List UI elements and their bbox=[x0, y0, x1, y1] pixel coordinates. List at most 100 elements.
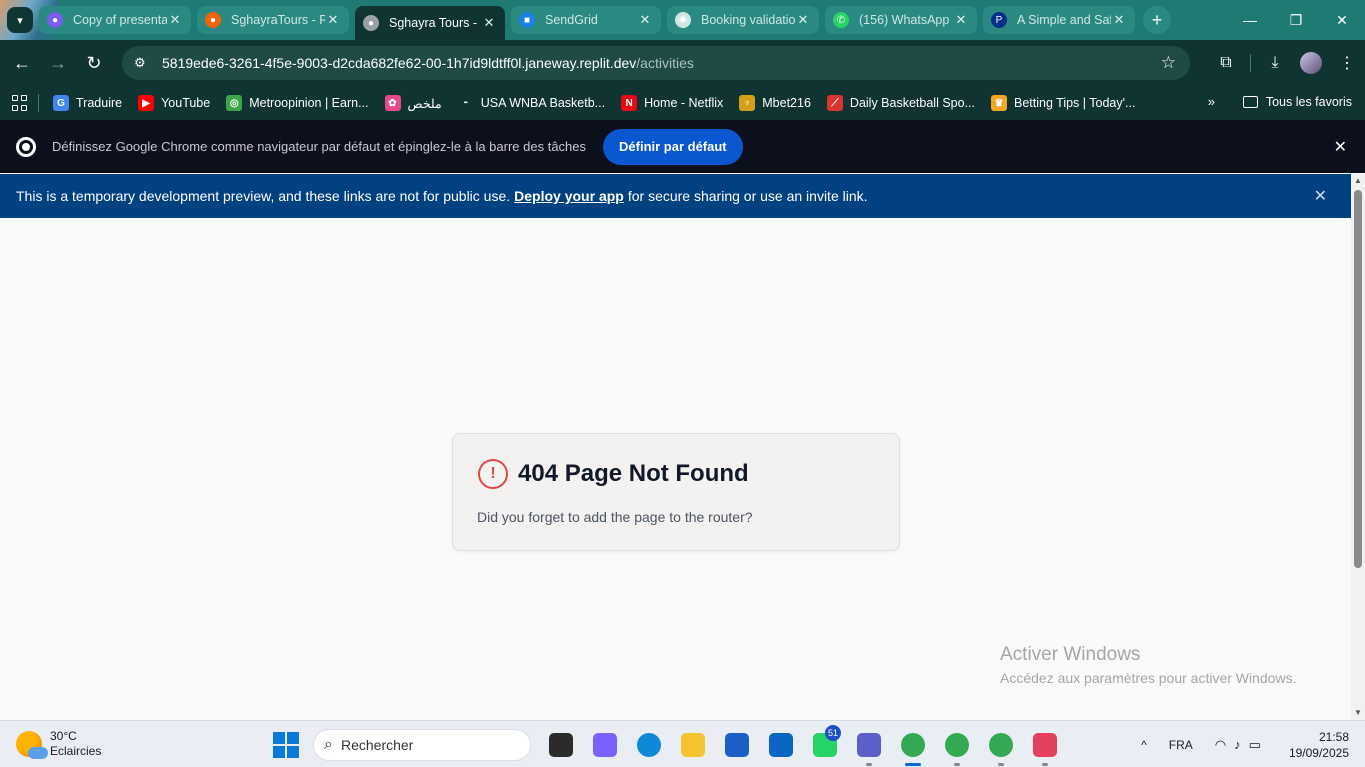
close-icon[interactable]: ✕ bbox=[795, 12, 811, 28]
whatsapp-icon[interactable]: 51 bbox=[803, 725, 847, 763]
bookmark-label: Betting Tips | Today'... bbox=[1013, 96, 1136, 110]
scroll-down-icon[interactable]: ▼ bbox=[1353, 708, 1363, 718]
more-bookmarks-icon[interactable]: » bbox=[1208, 94, 1215, 109]
pinned-apps: 51 bbox=[539, 725, 1067, 766]
bookmark-item[interactable]: ♆ Mbet216 bbox=[739, 95, 811, 111]
alert-circle-icon: ! bbox=[478, 459, 508, 489]
site-info-icon[interactable]: ⚙ bbox=[134, 55, 152, 71]
address-bar[interactable]: ⚙ 5819ede6-3261-4f5e-9003-d2cda682fe62-0… bbox=[122, 46, 1190, 80]
mbet-icon: ♆ bbox=[739, 95, 756, 111]
search-placeholder: Rechercher bbox=[340, 737, 414, 753]
close-icon[interactable]: ✕ bbox=[1111, 12, 1127, 28]
bookmark-label: ملخص bbox=[407, 96, 442, 111]
weather-text: 30°C Eclaircies bbox=[50, 729, 101, 759]
scroll-thumb[interactable] bbox=[1354, 190, 1362, 568]
language-indicator[interactable]: FRA bbox=[1169, 738, 1193, 752]
close-icon[interactable]: ✕ bbox=[325, 12, 341, 28]
card-header: ! 404 Page Not Found bbox=[478, 459, 749, 489]
teams-icon[interactable] bbox=[847, 727, 891, 766]
temperature: 30°C bbox=[50, 729, 77, 743]
close-banner-icon[interactable]: ✕ bbox=[1314, 186, 1327, 206]
chrome-icon[interactable] bbox=[891, 727, 935, 766]
activate-windows-watermark: Activer Windows Accédez aux paramètres p… bbox=[1000, 644, 1296, 686]
bookmark-item[interactable]: ⁃ USA WNBA Basketb... bbox=[457, 95, 605, 111]
tab-4[interactable]: ✺ Booking validation ✕ bbox=[667, 6, 819, 34]
minimize-icon[interactable]: — bbox=[1227, 0, 1273, 40]
page-scrollbar[interactable]: ▲ ▼ bbox=[1351, 174, 1365, 720]
close-icon[interactable]: ✕ bbox=[481, 15, 497, 31]
tab-3[interactable]: ■ SendGrid ✕ bbox=[511, 6, 661, 34]
bookmark-item[interactable]: ▶ YouTube bbox=[138, 95, 210, 111]
bookmark-label: YouTube bbox=[161, 96, 211, 110]
close-icon[interactable]: ✕ bbox=[167, 12, 183, 28]
reload-icon[interactable]: ↻ bbox=[76, 47, 112, 79]
copilot-icon[interactable] bbox=[583, 727, 627, 763]
bookmark-item[interactable]: G Traduire bbox=[53, 95, 122, 111]
close-icon[interactable]: ✕ bbox=[637, 12, 653, 28]
canva-icon: ● bbox=[47, 12, 63, 28]
clock[interactable]: 21:58 19/09/2025 bbox=[1289, 729, 1349, 761]
store-icon[interactable] bbox=[715, 727, 759, 763]
download-icon[interactable]: ⤓ bbox=[1257, 47, 1293, 79]
chrome-icon[interactable] bbox=[979, 727, 1023, 766]
bookmarks-divider bbox=[38, 94, 39, 112]
tab-1[interactable]: ● SghayraTours - Replit ✕ bbox=[197, 6, 349, 34]
set-default-button[interactable]: Définir par défaut bbox=[603, 128, 743, 165]
tab-5[interactable]: ✆ (156) WhatsApp ✕ bbox=[825, 6, 977, 34]
date: 19/09/2025 bbox=[1288, 746, 1349, 760]
outlook-icon[interactable] bbox=[759, 727, 803, 763]
show-hidden-icons-icon[interactable]: ^ bbox=[1141, 738, 1147, 752]
bookmark-item[interactable]: ⟋ Daily Basketball Spo... bbox=[826, 95, 975, 111]
chrome-icon[interactable] bbox=[935, 727, 979, 766]
task-view-icon[interactable] bbox=[539, 727, 583, 763]
profile-avatar[interactable] bbox=[1293, 47, 1329, 79]
file-explorer-icon[interactable] bbox=[671, 727, 715, 763]
paypal-icon: P bbox=[991, 12, 1007, 28]
network-volume-battery-icons[interactable]: ◠♪▭ bbox=[1215, 737, 1269, 753]
page-title: 404 Page Not Found bbox=[518, 460, 749, 487]
taskbar-search[interactable]: ⌕ Rechercher bbox=[313, 729, 531, 761]
menu-kebab-icon[interactable]: ⋮ bbox=[1329, 47, 1365, 79]
close-icon[interactable]: ✕ bbox=[953, 12, 969, 28]
app-glyph bbox=[637, 733, 661, 757]
tab-title: Booking validation bbox=[701, 13, 795, 27]
back-icon[interactable]: ← bbox=[4, 47, 40, 79]
bookmark-item[interactable]: ✿ ملخص bbox=[384, 95, 442, 111]
app-glyph bbox=[989, 733, 1013, 757]
default-browser-infobar: Définissez Google Chrome comme navigateu… bbox=[0, 120, 1365, 173]
tab-title: A Simple and Safe bbox=[1017, 13, 1111, 27]
avatar bbox=[1300, 52, 1322, 74]
start-button[interactable] bbox=[273, 732, 299, 758]
bookmark-list: G Traduire ▶ YouTube ◎ Metroopinion | Earn...… bbox=[53, 95, 1151, 111]
tab-search-button[interactable]: ▾ bbox=[7, 7, 33, 33]
scroll-up-icon[interactable]: ▲ bbox=[1353, 176, 1363, 186]
taskbar-apps: ⌕ Rechercher 51 bbox=[273, 725, 1067, 766]
bookmark-star-icon[interactable]: ☆ bbox=[1161, 53, 1176, 73]
bookmark-item[interactable]: ♛ Betting Tips | Today'... bbox=[990, 95, 1136, 111]
bookmarks-bar: G Traduire ▶ YouTube ◎ Metroopinion | Earn...… bbox=[0, 86, 1365, 120]
tab-strip: ▾ ● Copy of presentation ✕ ● SghayraTour… bbox=[0, 0, 1365, 40]
notification-badge: 51 bbox=[824, 725, 841, 741]
running-indicator bbox=[866, 763, 872, 766]
weather-widget[interactable]: 30°C Eclaircies bbox=[16, 729, 101, 759]
edge-icon[interactable] bbox=[627, 727, 671, 763]
deploy-link[interactable]: Deploy your app bbox=[514, 188, 624, 204]
app-glyph bbox=[725, 733, 749, 757]
url-path: /activities bbox=[636, 55, 694, 71]
apps-grid-icon[interactable] bbox=[12, 95, 28, 111]
bookmark-item[interactable]: ◎ Metroopinion | Earn... bbox=[226, 95, 369, 111]
restore-icon[interactable]: ❐ bbox=[1273, 0, 1319, 40]
forward-icon[interactable]: → bbox=[40, 47, 76, 79]
new-tab-button[interactable]: + bbox=[1143, 6, 1171, 34]
url-text[interactable]: 5819ede6-3261-4f5e-9003-d2cda682fe62-00-… bbox=[162, 55, 694, 71]
extensions-icon[interactable]: ⧉ bbox=[1208, 47, 1244, 79]
system-tray: ^ FRA ◠♪▭ 21:58 19/09/2025 bbox=[1141, 727, 1349, 763]
tab-0[interactable]: ● Copy of presentation ✕ bbox=[39, 6, 191, 34]
tab-2[interactable]: ● Sghayra Tours - Replit ✕ bbox=[355, 6, 505, 40]
close-window-icon[interactable]: ✕ bbox=[1319, 0, 1365, 40]
tab-6[interactable]: P A Simple and Safe ✕ bbox=[983, 6, 1135, 34]
bookmark-item[interactable]: N Home - Netflix bbox=[621, 95, 723, 111]
close-infobar-icon[interactable]: ✕ bbox=[1334, 137, 1347, 157]
all-bookmarks-button[interactable]: Tous les favoris bbox=[1242, 95, 1352, 109]
snipping-tool-icon[interactable] bbox=[1023, 727, 1067, 766]
